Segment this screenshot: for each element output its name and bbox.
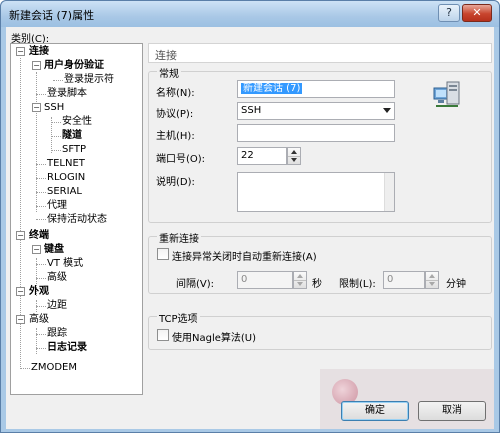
seconds-unit: 秒 (312, 279, 322, 290)
description-textarea[interactable] (237, 172, 395, 212)
close-button[interactable]: ✕ (462, 4, 492, 22)
nagle-checkbox[interactable] (157, 329, 169, 341)
arrow-down-icon (429, 282, 435, 286)
protocol-select[interactable]: SSH (237, 102, 395, 120)
reconnect-group-title: 重新连接 (157, 230, 201, 245)
tree-line (36, 328, 37, 354)
limit-input[interactable]: 0 (383, 271, 425, 289)
description-label: 说明(D): (156, 177, 195, 188)
host-input[interactable] (237, 124, 395, 142)
tree-item-terminal[interactable]: 终端 (29, 229, 49, 242)
tree-item-telnet[interactable]: TELNET (47, 157, 85, 170)
auto-reconnect-checkbox[interactable] (157, 248, 169, 260)
tcp-group-title: TCP选项 (157, 310, 200, 325)
limit-label: 限制(L): (339, 279, 376, 290)
tree-item-appearance[interactable]: 外观 (29, 285, 49, 298)
tree-item-tunnel[interactable]: 隧道 (62, 129, 82, 142)
cancel-button[interactable]: 取消 (418, 401, 486, 421)
tree-line (36, 72, 37, 212)
tree-item-advanced[interactable]: 高级 (29, 313, 49, 326)
tree-item-zmodem[interactable]: ZMODEM (31, 361, 77, 374)
tree-item-serial[interactable]: SERIAL (47, 185, 82, 198)
collapse-appearance-icon[interactable]: − (16, 287, 25, 296)
arrow-down-icon (297, 282, 303, 286)
minutes-unit: 分钟 (446, 279, 466, 290)
protocol-value: SSH (241, 105, 262, 116)
tree-item-proxy[interactable]: 代理 (47, 199, 67, 212)
arrow-up-icon (429, 274, 435, 278)
tree-item-security[interactable]: 安全性 (62, 115, 92, 128)
tree-item-login-script[interactable]: 登录脚本 (47, 87, 87, 100)
network-computer-icon (433, 81, 460, 107)
protocol-label: 协议(P): (156, 109, 194, 120)
port-label: 端口号(O): (156, 154, 206, 165)
tree-item-terminal-advanced[interactable]: 高级 (47, 271, 67, 284)
properties-dialog: 新建会话 (7)属性 ? ✕ 类别(C): − 连接 − 用户身份验证 登录提示… (0, 0, 500, 433)
interval-spinner[interactable] (293, 271, 307, 289)
tree-item-vt-mode[interactable]: VT 模式 (47, 257, 83, 270)
name-input-value: 新建会话 (7) (241, 83, 303, 94)
tree-item-keyboard[interactable]: 键盘 (44, 243, 64, 256)
tree-item-login-prompt[interactable]: 登录提示符 (64, 73, 114, 86)
collapse-advanced-icon[interactable]: − (16, 315, 25, 324)
window-title: 新建会话 (7)属性 (9, 9, 95, 22)
panel-header: 连接 (148, 43, 492, 63)
tree-item-margin[interactable]: 边距 (47, 299, 67, 312)
category-tree[interactable]: − 连接 − 用户身份验证 登录提示符 登录脚本 − SSH 安全性 隧道 SF… (10, 43, 143, 395)
panel-header-title: 连接 (155, 49, 177, 62)
collapse-keyboard-icon[interactable]: − (32, 245, 41, 254)
dialog-client: 类别(C): − 连接 − 用户身份验证 登录提示符 登录脚本 − SSH 安全… (6, 27, 494, 429)
name-input[interactable]: 新建会话 (7) (237, 80, 395, 98)
tree-item-sftp[interactable]: SFTP (62, 143, 86, 156)
tree-item-rlogin[interactable]: RLOGIN (47, 171, 85, 184)
collapse-terminal-icon[interactable]: − (16, 231, 25, 240)
port-input[interactable]: 22 (237, 147, 287, 165)
limit-spinner[interactable] (425, 271, 439, 289)
interval-input[interactable]: 0 (237, 271, 293, 289)
arrow-up-icon (297, 274, 303, 278)
host-label: 主机(H): (156, 131, 195, 142)
tree-item-ssh[interactable]: SSH (44, 101, 64, 114)
name-label: 名称(N): (156, 88, 195, 99)
tree-item-connection[interactable]: 连接 (29, 45, 49, 58)
auto-reconnect-label[interactable]: 连接异常关闭时自动重新连接(A) (172, 248, 317, 263)
collapse-ssh-icon[interactable]: − (32, 103, 41, 112)
interval-label: 间隔(V): (176, 279, 215, 290)
port-spinner[interactable] (287, 147, 301, 165)
general-group-title: 常规 (157, 65, 181, 80)
chevron-down-icon (383, 108, 391, 113)
help-button[interactable]: ? (438, 4, 460, 22)
arrow-up-icon (291, 150, 297, 154)
tree-item-logging[interactable]: 日志记录 (47, 341, 87, 354)
collapse-connection-icon[interactable]: − (16, 47, 25, 56)
arrow-down-icon (291, 158, 297, 162)
nagle-label[interactable]: 使用Nagle算法(U) (172, 329, 256, 344)
ok-button[interactable]: 确定 (341, 401, 409, 421)
title-bar[interactable]: 新建会话 (7)属性 ? ✕ (1, 1, 499, 27)
scrollbar[interactable] (384, 173, 394, 211)
tree-item-trace[interactable]: 跟踪 (47, 327, 67, 340)
tree-item-keepalive[interactable]: 保持活动状态 (47, 213, 107, 226)
tree-item-auth[interactable]: 用户身份验证 (44, 59, 104, 72)
collapse-auth-icon[interactable]: − (32, 61, 41, 70)
